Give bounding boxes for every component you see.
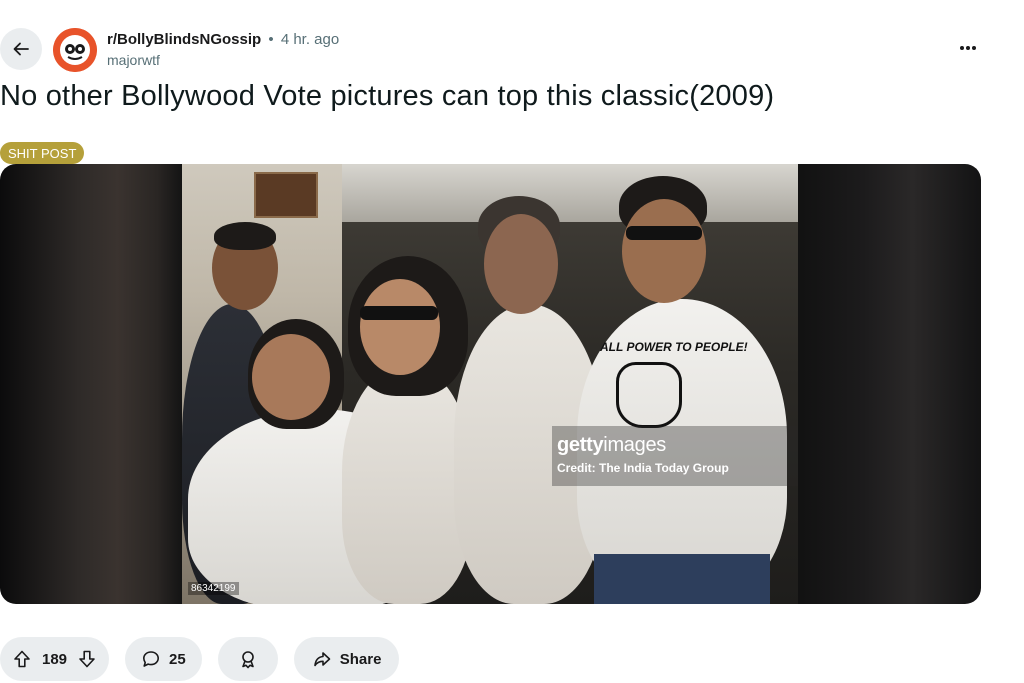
subreddit-link[interactable]: r/BollyBlindsNGossip: [107, 31, 261, 48]
comments-button[interactable]: 25: [125, 637, 202, 681]
more-options-button[interactable]: [956, 36, 980, 60]
post-action-bar: 189 25 Share: [0, 637, 400, 681]
tshirt-fist-graphic: [616, 362, 682, 428]
person-woman-sunglasses: [342, 364, 472, 604]
speech-bubble-icon: [141, 649, 161, 669]
person-left-hair: [214, 222, 276, 250]
post-meta: r/BollyBlindsNGossip • 4 hr. ago majorwt…: [107, 30, 339, 70]
person-woman-head: [360, 279, 440, 375]
watermark-credit: Credit: The India Today Group: [557, 461, 729, 475]
watermark-brand-light: images: [603, 434, 666, 456]
subreddit-avatar[interactable]: [53, 28, 97, 72]
comment-count: 25: [169, 650, 186, 668]
tshirt-text: ALL POWER TO PEOPLE!: [600, 340, 748, 354]
share-arrow-icon: [312, 649, 332, 669]
person-tall-head: [484, 214, 558, 314]
arrow-up-icon[interactable]: [12, 649, 32, 669]
watermark-brand-bold: getty: [557, 434, 604, 456]
jeans: [594, 554, 770, 604]
watermark-logo: gettyimages: [557, 434, 666, 457]
award-ribbon-icon: [238, 649, 258, 669]
award-button[interactable]: [217, 637, 278, 681]
image-id: 86342199: [188, 582, 239, 595]
post-title[interactable]: No other Bollywood Vote pictures can top…: [0, 80, 774, 113]
share-button[interactable]: Share: [293, 637, 400, 681]
post-timestamp: 4 hr. ago: [280, 31, 340, 48]
wall-notice: [254, 172, 318, 218]
post-image-container[interactable]: ALL POWER TO PEOPLE! gettyimages Credit:…: [0, 164, 981, 604]
more-horizontal-icon: [959, 45, 977, 51]
meta-separator: •: [268, 31, 274, 48]
arrow-left-icon: [11, 39, 31, 59]
arrow-down-icon[interactable]: [77, 649, 97, 669]
sunglasses-2: [626, 226, 702, 240]
post-author[interactable]: majorwtf: [107, 50, 339, 70]
person-young-head: [622, 199, 706, 303]
subreddit-logo-icon: [53, 28, 97, 72]
post-photo: ALL POWER TO PEOPLE! gettyimages Credit:…: [182, 164, 798, 604]
vote-control: 189: [0, 637, 110, 681]
back-button[interactable]: [0, 28, 42, 70]
vote-count: 189: [42, 650, 68, 668]
door-frame: [342, 164, 798, 222]
sunglasses-1: [360, 306, 438, 320]
person-front-head: [252, 334, 330, 420]
share-label: Share: [339, 650, 382, 668]
post-flair[interactable]: SHIT POST: [0, 142, 85, 164]
